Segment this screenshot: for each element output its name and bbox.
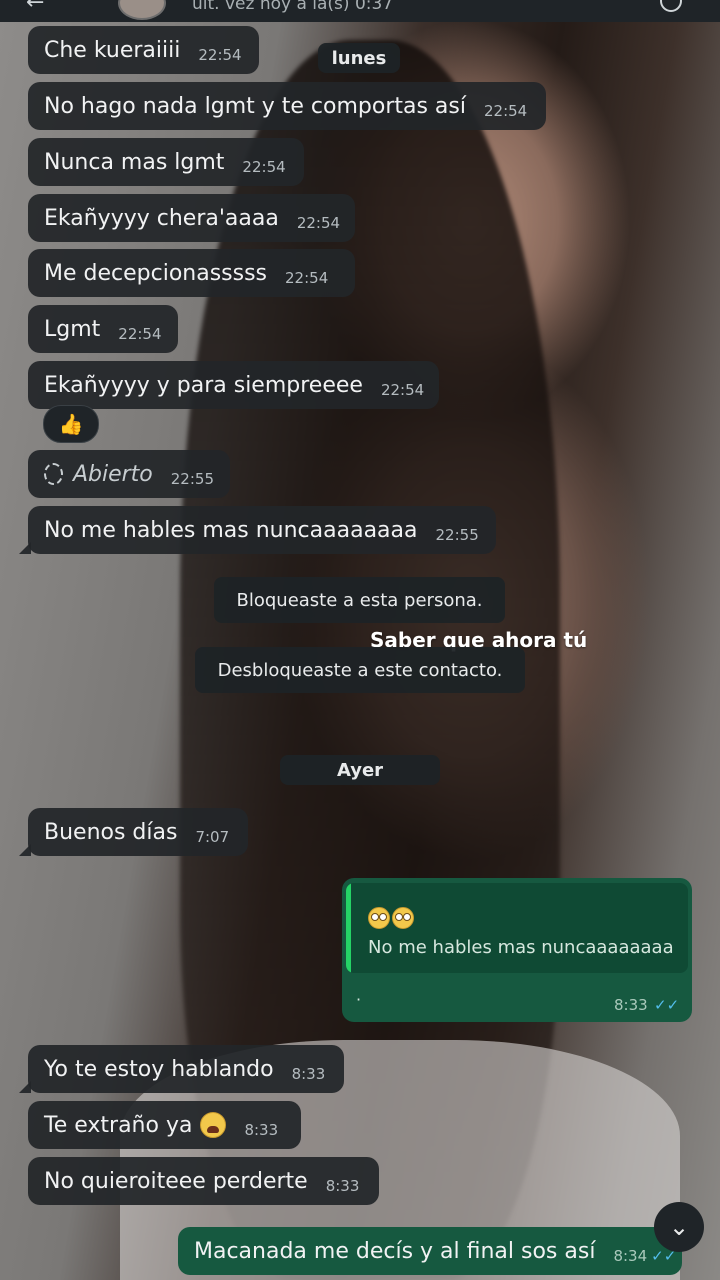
last-seen-status: últ. vez hoy a la(s) 0:37 [192,0,394,14]
arrow-left-icon[interactable]: ← [26,0,44,15]
message-time: 22:54 [198,46,242,64]
message-time: 22:54 [285,269,329,287]
rolling-eyes-emoji-icon [368,907,416,933]
message-incoming[interactable]: No quieroiteee perderte 8:33 [28,1157,379,1205]
date-chip-lunes: lunes [318,43,400,73]
read-receipt-icon: ✓✓ [654,996,680,1014]
message-incoming[interactable]: Che kueraiiii 22:54 [28,26,259,74]
avatar[interactable] [118,0,166,20]
message-text: Ekañyyyy y para siempreeee [44,372,363,398]
message-text: Me decepcionasssss [44,260,268,286]
message-incoming[interactable]: Lgmt 22:54 [28,305,178,353]
message-outgoing-reply[interactable]: No me hables mas nuncaaaaaaaa · 8:33 ✓✓ [342,878,692,1022]
date-chip-ayer: Ayer [280,755,440,785]
message-text: Nunca mas lgmt [44,149,225,175]
message-text: Yo te estoy hablando [44,1056,274,1082]
message-time: 22:54 [296,214,341,232]
message-outgoing[interactable]: Macanada me decís y al final sos así 8:3… [178,1227,682,1275]
message-incoming[interactable]: Te extraño ya 8:33 [28,1101,301,1149]
message-incoming[interactable]: Ekañyyyy chera'aaaa 22:54 [28,194,355,242]
message-text: Te extraño ya [44,1112,193,1138]
rolling-eyes-icon [368,907,390,929]
opened-label: Abierto [72,461,153,487]
message-time: 7:07 [195,828,230,846]
message-incoming[interactable]: No me hables mas nuncaaaaaaaa 22:55 [19,506,496,554]
message-text: No quieroiteee perderte [44,1168,308,1194]
message-incoming[interactable]: Yo te estoy hablando 8:33 [19,1045,344,1093]
scroll-to-bottom-button[interactable]: ⌄ [654,1202,704,1252]
message-incoming[interactable]: No hago nada lgmt y te comportas así 22:… [28,82,546,130]
message-time: 8:33 [291,1065,326,1083]
message-time: 8:33 [244,1121,279,1139]
chat-header: ← últ. vez hoy a la(s) 0:37 [0,0,720,22]
system-message-unblocked: Desbloqueaste a este contacto. [195,647,525,693]
message-incoming[interactable]: Ekañyyyy y para siempreeee 22:54 [28,361,439,409]
message-time: 22:54 [484,102,528,120]
message-text: Buenos días [44,819,178,845]
message-text: No me hables mas nuncaaaaaaaa [44,517,418,543]
message-time: 22:54 [380,381,425,399]
message-text: Ekañyyyy chera'aaaa [44,205,279,231]
system-message-blocked: Bloqueaste a esta persona. [214,577,505,623]
message-text: Macanada me decís y al final sos así [194,1238,596,1264]
message-text: Lgmt [44,316,101,342]
chevron-down-icon: ⌄ [668,1213,690,1241]
weary-face-emoji-icon [200,1112,227,1138]
message-time: 22:55 [170,470,214,488]
quote-accent-bar [346,883,351,973]
message-text: Che kueraiiii [44,37,181,63]
message-text: No hago nada lgmt y te comportas así [44,93,466,119]
message-text: · [356,990,362,1009]
message-time: 22:54 [118,325,162,343]
message-incoming[interactable]: Buenos días 7:07 [19,808,248,856]
message-time: 8:34 [613,1247,648,1265]
quoted-message[interactable]: No me hables mas nuncaaaaaaaa [346,883,688,973]
quoted-text: No me hables mas nuncaaaaaaaa [368,937,674,958]
rolling-eyes-icon [392,907,414,929]
view-once-icon [44,463,63,485]
message-time: 22:54 [242,158,286,176]
message-time: 8:33 [614,996,648,1014]
message-time: 22:55 [435,526,479,544]
view-once-opened-message[interactable]: Abierto 22:55 [28,450,230,498]
message-incoming[interactable]: Nunca mas lgmt 22:54 [28,138,304,186]
message-time: 8:33 [325,1177,360,1195]
menu-icon[interactable] [660,0,682,12]
message-incoming[interactable]: Me decepcionasssss 22:54 [28,249,355,297]
thumbs-up-reaction-icon[interactable]: 👍 [43,405,99,443]
